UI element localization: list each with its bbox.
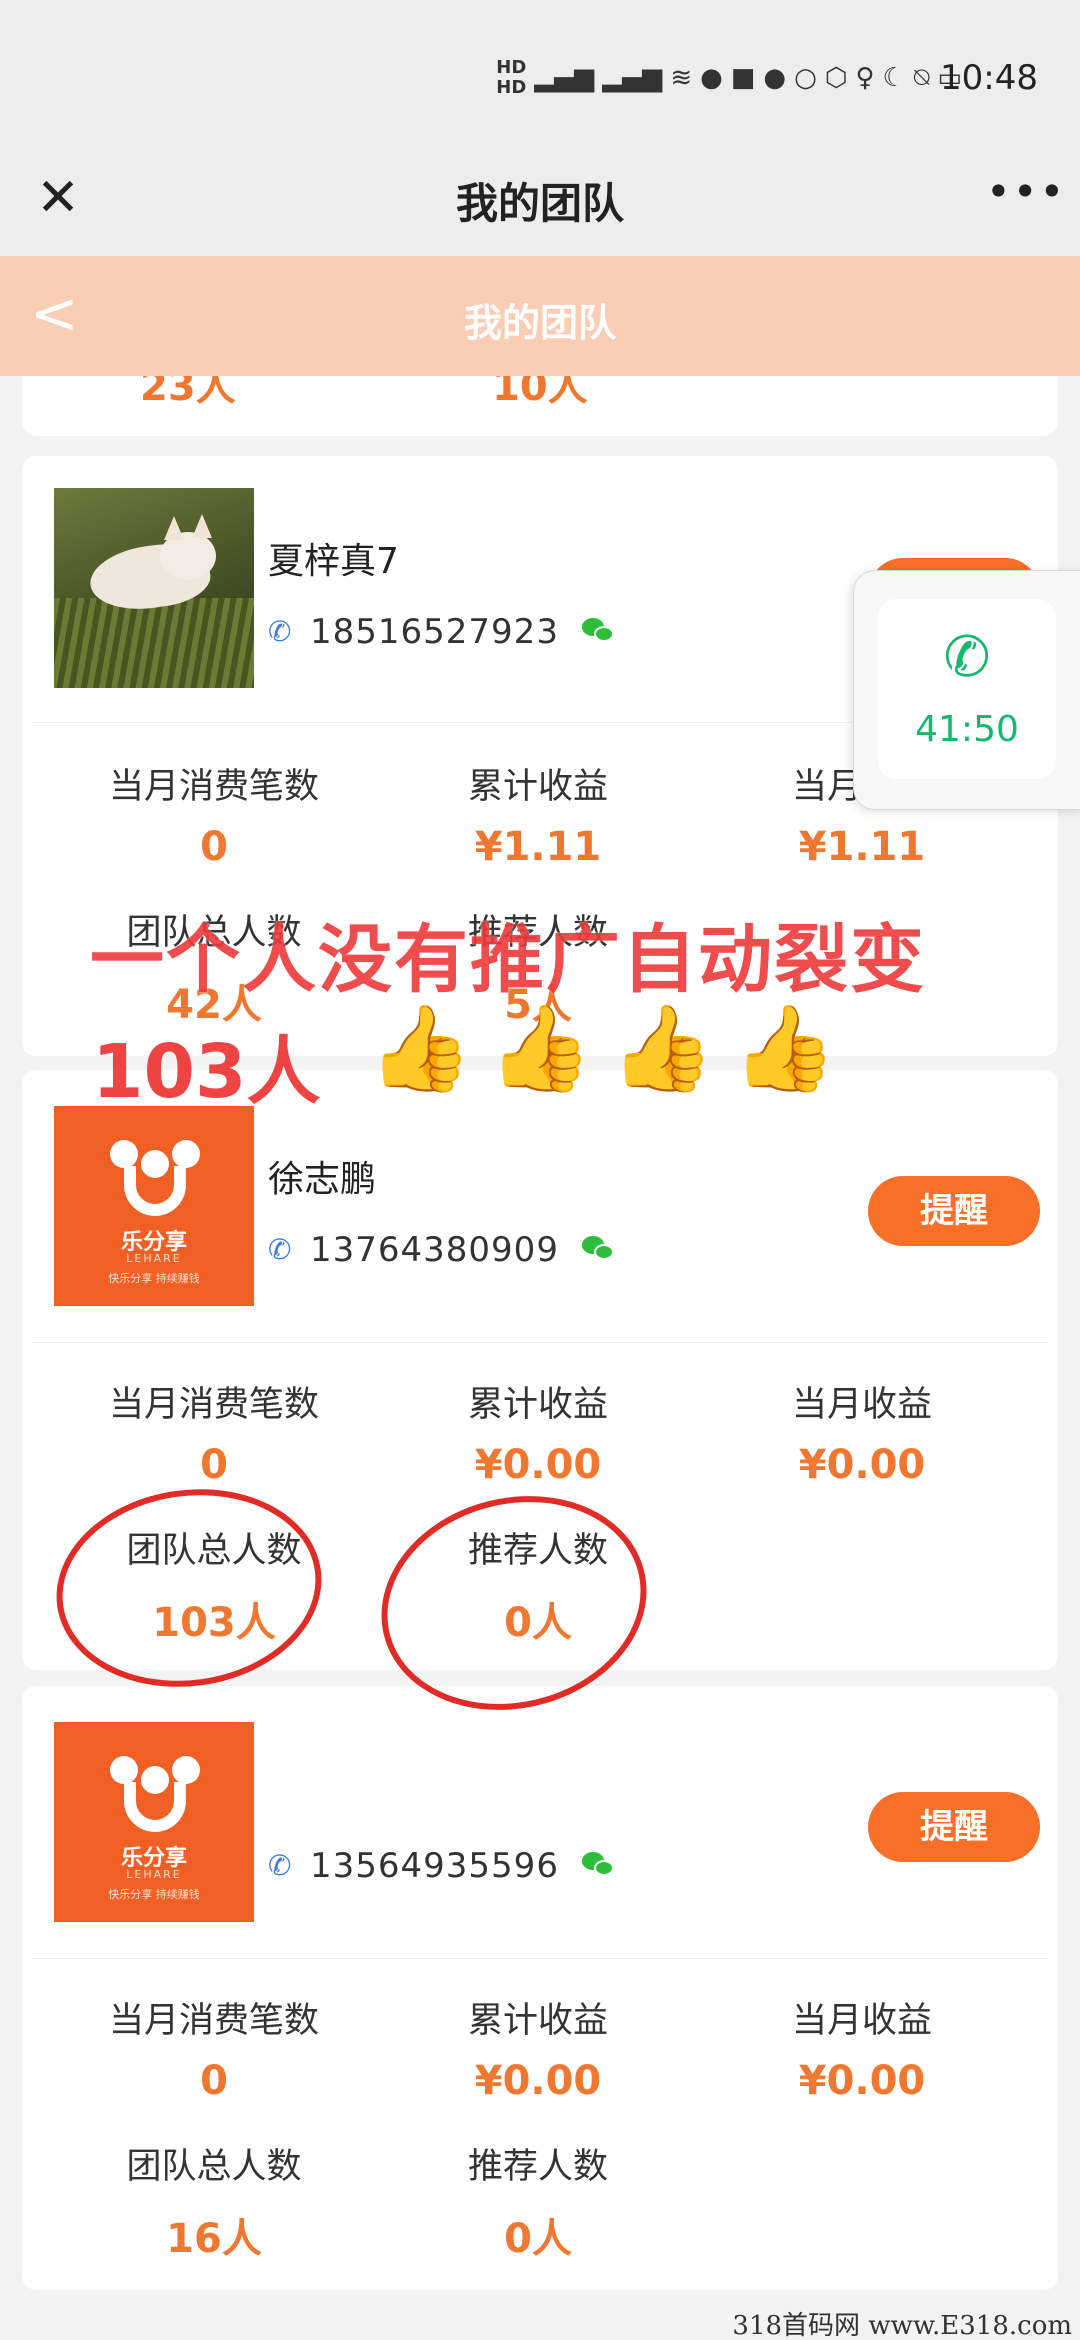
hd-icon: HD HD [496,57,527,98]
monthly-income-value: ¥0.00 [798,2058,926,2104]
total-income-label: 累计收益 [467,767,608,807]
wechat-status-icon: ● [700,63,723,93]
monthly-orders-value: 0 [200,824,228,870]
app-status-icon: ■ [730,63,756,93]
monthly-orders-value: 0 [200,1442,228,1488]
signal-5g-icon: ▂▄▆ [534,63,595,93]
more-icon[interactable]: ••• [986,162,1064,222]
monthly-orders-value: 0 [200,2058,228,2104]
call-floating-widget[interactable]: ✆ 41:50 [853,570,1080,810]
remind-button[interactable]: 提醒 [868,1176,1040,1246]
prev-referrals-value: 10人 [492,376,588,410]
thumbs-up-icon: 👍 [488,999,593,1097]
shield-icon: ⬡ [824,63,848,93]
monthly-orders-label: 当月消费笔数 [108,767,319,807]
title-bar-title: 我的团队 [455,179,624,228]
avatar: 乐分享 LEHARE 快乐分享 持续赚钱 [54,1106,254,1306]
referrals-label: 推荐人数 [467,2147,608,2187]
chat-status-icon: ○ [794,63,817,93]
overlay-caption: 一个人没有推广自动裂变 [90,917,926,1003]
phone-row[interactable]: ✆ 18516527923 [268,612,559,652]
page-title: 我的团队 [463,301,616,345]
logo-slogan: 快乐分享 持续赚钱 [108,1888,200,1901]
status-bar: HD HD ▂▄▆ ▂▄▆ ≋ ● ■ ● ○ ⬡ ♀ ☾ ⍉ ▭ 10:48 [0,0,1080,150]
wifi-icon: ≋ [670,63,693,93]
mute-icon: ⍉ [913,62,930,93]
thumbs-up-icon: 👍 [610,999,715,1097]
phone-number: 18516527923 [310,612,559,652]
previous-card-partial: 23人 10人 [22,376,1058,436]
logo-sub: LEHARE [126,1252,182,1265]
monthly-income-label: 当月收益 [791,2001,932,2041]
wechat-status-icon-2: ● [763,63,787,93]
phone-icon: ✆ [268,615,292,648]
wechat-icon[interactable] [582,616,618,646]
avatar [54,488,254,688]
phone-icon: ✆ [268,1849,292,1882]
total-income-value: ¥0.00 [474,2058,602,2104]
member-card: 乐分享 LEHARE 快乐分享 持续赚钱 ✆ 13564935596 提醒 当月… [22,1686,1058,2290]
title-bar: ✕ 我的团队 ••• [0,150,1080,256]
thumbs-up-icon: 👍 [732,999,837,1097]
divider [32,1958,1048,1959]
avatar: 乐分享 LEHARE 快乐分享 持续赚钱 [54,1722,254,1922]
total-income-label: 累计收益 [467,2001,608,2041]
mic-icon: ♀ [855,63,875,93]
monthly-income-value: ¥1.11 [798,824,926,870]
signal-4g-icon: ▂▄▆ [602,63,663,93]
team-total-label: 团队总人数 [126,2147,302,2187]
phone-row[interactable]: ✆ 13564935596 [268,1846,559,1886]
total-income-label: 累计收益 [467,1385,608,1425]
team-total-value: 16人 [166,2216,262,2262]
monthly-orders-label: 当月消费笔数 [108,1385,319,1425]
total-income-value: ¥1.11 [474,824,602,870]
total-income-value: ¥0.00 [474,1442,602,1488]
status-time: 10:48 [940,58,1038,98]
watermark: 318首码网 www.E318.com [732,2311,1072,2340]
prev-team-total-value: 23人 [140,376,236,410]
phone-number: 13564935596 [310,1846,559,1886]
page-header: < 我的团队 [0,256,1080,376]
phone-call-icon: ✆ [943,625,991,690]
logo-slogan: 快乐分享 持续赚钱 [108,1272,200,1285]
monthly-orders-label: 当月消费笔数 [108,2001,319,2041]
thumbs-up-icon: 👍 [368,999,473,1097]
wechat-icon[interactable] [582,1850,618,1880]
logo-sub: LEHARE [126,1868,182,1881]
phone-icon: ✆ [268,1233,292,1266]
monthly-income-label: 当月收益 [791,1385,932,1425]
call-duration: 41:50 [915,709,1019,750]
monthly-income-value: ¥0.00 [798,1442,926,1488]
status-indicators: HD HD ▂▄▆ ▂▄▆ ≋ ● ■ ● ○ ⬡ ♀ ☾ ⍉ ▭ [496,56,962,100]
divider [32,1342,1048,1343]
phone-row[interactable]: ✆ 13764380909 [268,1230,559,1270]
wechat-icon[interactable] [582,1234,618,1264]
logo-icon [110,1140,200,1220]
phone-number: 13764380909 [310,1230,559,1270]
moon-icon: ☾ [882,63,906,93]
call-widget-inner: ✆ 41:50 [878,599,1056,779]
member-name: 夏梓真7 [268,541,399,582]
remind-button[interactable]: 提醒 [868,1792,1040,1862]
logo-icon [110,1756,200,1836]
referrals-value: 0人 [504,2216,572,2262]
overlay-count: 103人 [92,1029,321,1115]
member-name: 徐志鹏 [268,1159,377,1200]
